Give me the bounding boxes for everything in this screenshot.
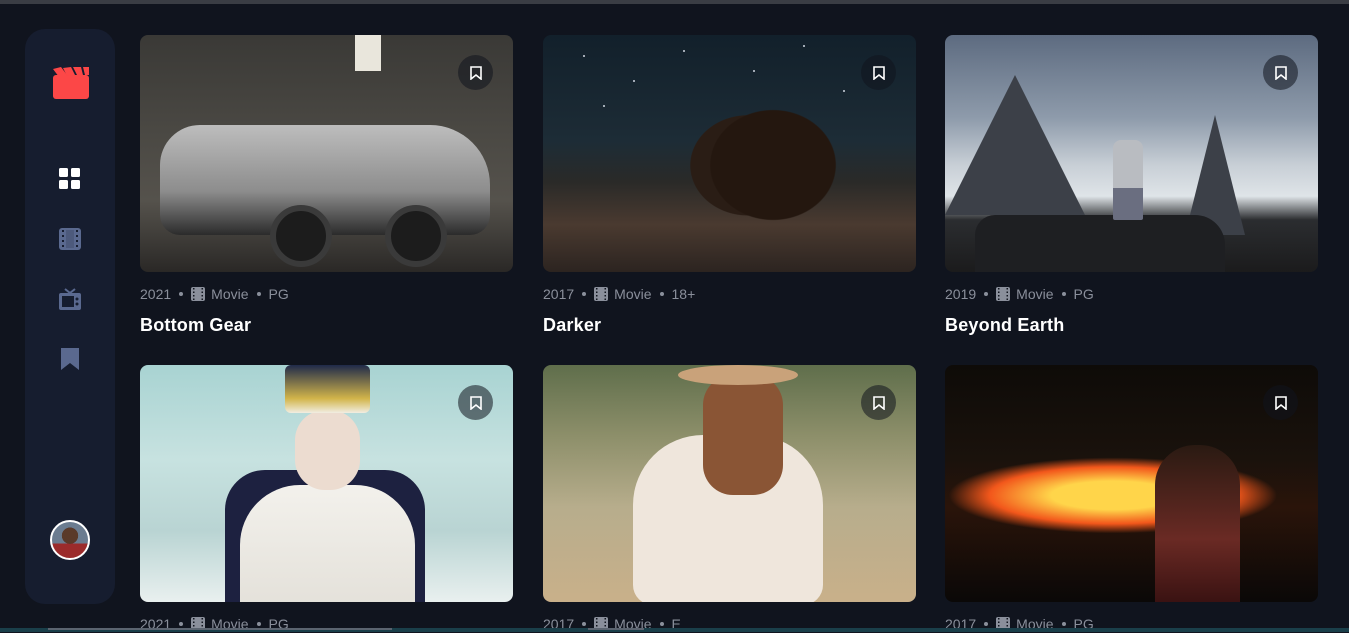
bookmark-outline-icon bbox=[1274, 65, 1287, 80]
bookmark-button[interactable] bbox=[1263, 55, 1298, 90]
card-title[interactable]: Beyond Earth bbox=[945, 315, 1318, 336]
card-category: Movie bbox=[614, 286, 652, 302]
window-top-border bbox=[0, 0, 1349, 4]
nav-bookmark-icon[interactable] bbox=[59, 348, 81, 370]
bookmark-button[interactable] bbox=[861, 55, 896, 90]
media-card[interactable]: 2017 Movie E bbox=[543, 365, 916, 633]
bookmark-outline-icon bbox=[872, 65, 885, 80]
card-thumbnail[interactable] bbox=[543, 35, 916, 272]
media-card[interactable]: 2019 Movie PG Beyond Earth bbox=[945, 35, 1318, 336]
nav-home-grid-icon[interactable] bbox=[59, 168, 81, 190]
card-category: Movie bbox=[1016, 286, 1054, 302]
card-rating: PG bbox=[1073, 286, 1094, 302]
bookmark-button[interactable] bbox=[458, 385, 493, 420]
bookmark-outline-icon bbox=[469, 65, 482, 80]
bookmark-button[interactable] bbox=[1263, 385, 1298, 420]
card-title[interactable]: Darker bbox=[543, 315, 916, 336]
film-icon bbox=[594, 287, 609, 301]
card-year: 2021 bbox=[140, 286, 172, 302]
media-card[interactable]: 2017 Movie PG bbox=[945, 365, 1318, 633]
card-title[interactable]: Bottom Gear bbox=[140, 315, 513, 336]
film-icon bbox=[191, 287, 206, 301]
card-meta: 2017 Movie 18+ bbox=[543, 285, 916, 303]
nav-tv-icon[interactable] bbox=[59, 288, 81, 310]
card-meta: 2021 Movie PG bbox=[140, 285, 513, 303]
card-year: 2019 bbox=[945, 286, 977, 302]
media-card[interactable]: 2021 Movie PG bbox=[140, 365, 513, 633]
card-thumbnail[interactable] bbox=[543, 365, 916, 602]
window-bottom-border bbox=[0, 628, 1349, 632]
media-card[interactable]: 2021 Movie PG Bottom Gear bbox=[140, 35, 513, 336]
nav-movies-film-icon[interactable] bbox=[59, 228, 81, 250]
film-clapper-icon[interactable] bbox=[53, 67, 89, 99]
sidebar bbox=[25, 29, 115, 604]
bookmark-outline-icon bbox=[469, 395, 482, 410]
bookmark-outline-icon bbox=[1274, 395, 1287, 410]
card-year: 2017 bbox=[543, 286, 575, 302]
card-thumbnail[interactable] bbox=[945, 365, 1318, 602]
card-rating: 18+ bbox=[671, 286, 696, 302]
bookmark-button[interactable] bbox=[861, 385, 896, 420]
film-icon bbox=[996, 287, 1011, 301]
card-meta: 2019 Movie PG bbox=[945, 285, 1318, 303]
card-thumbnail[interactable] bbox=[140, 35, 513, 272]
avatar[interactable] bbox=[50, 520, 90, 560]
media-card[interactable]: 2017 Movie 18+ Darker bbox=[543, 35, 916, 336]
bookmark-button[interactable] bbox=[458, 55, 493, 90]
bookmark-outline-icon bbox=[872, 395, 885, 410]
card-thumbnail[interactable] bbox=[140, 365, 513, 602]
card-category: Movie bbox=[211, 286, 249, 302]
card-rating: PG bbox=[268, 286, 289, 302]
card-thumbnail[interactable] bbox=[945, 35, 1318, 272]
